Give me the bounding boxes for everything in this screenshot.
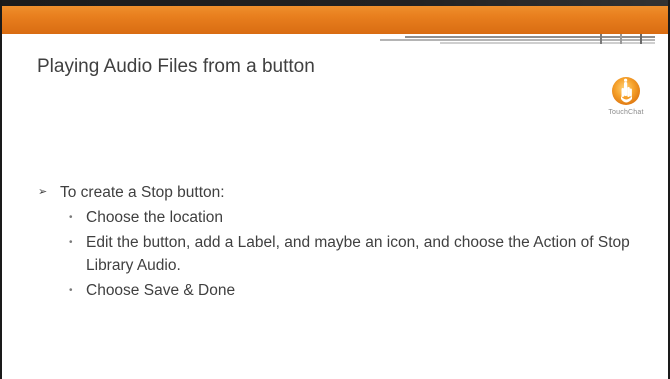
dot-bullet-icon: • xyxy=(69,237,73,248)
slide-content: ➢ To create a Stop button: • Choose the … xyxy=(38,181,648,302)
bullet-item: ➢ To create a Stop button: xyxy=(38,181,648,204)
bullet-text: To create a Stop button: xyxy=(60,184,225,201)
stripe xyxy=(405,36,655,38)
header-top-edge xyxy=(0,0,670,6)
touchchat-logo: TouchChat xyxy=(603,75,649,116)
dot-bullet-icon: • xyxy=(69,285,73,296)
stripe xyxy=(440,42,655,44)
sub-bullet-item: • Choose the location xyxy=(38,206,648,229)
logo-wordmark: TouchChat xyxy=(608,109,644,116)
dot-bullet-icon: • xyxy=(69,212,73,223)
stripe xyxy=(600,34,602,44)
sub-bullet-item: • Edit the button, add a Label, and mayb… xyxy=(38,231,648,277)
sub-bullet-item: • Choose Save & Done xyxy=(38,279,648,302)
sub-bullet-text: Edit the button, add a Label, and maybe … xyxy=(86,234,630,274)
touchchat-logo-icon xyxy=(612,77,640,105)
stripe xyxy=(640,34,642,44)
stripe xyxy=(620,34,622,44)
slide-title: Playing Audio Files from a button xyxy=(37,56,315,77)
frame-border-left xyxy=(0,0,2,379)
slide: Playing Audio Files from a button TouchC… xyxy=(0,0,670,379)
arrow-bullet-icon: ➢ xyxy=(38,186,48,198)
sub-bullet-text: Choose the location xyxy=(86,209,224,226)
decorative-stripes xyxy=(0,34,670,44)
sub-bullet-text: Choose Save & Done xyxy=(86,282,236,299)
stripe xyxy=(380,39,655,41)
